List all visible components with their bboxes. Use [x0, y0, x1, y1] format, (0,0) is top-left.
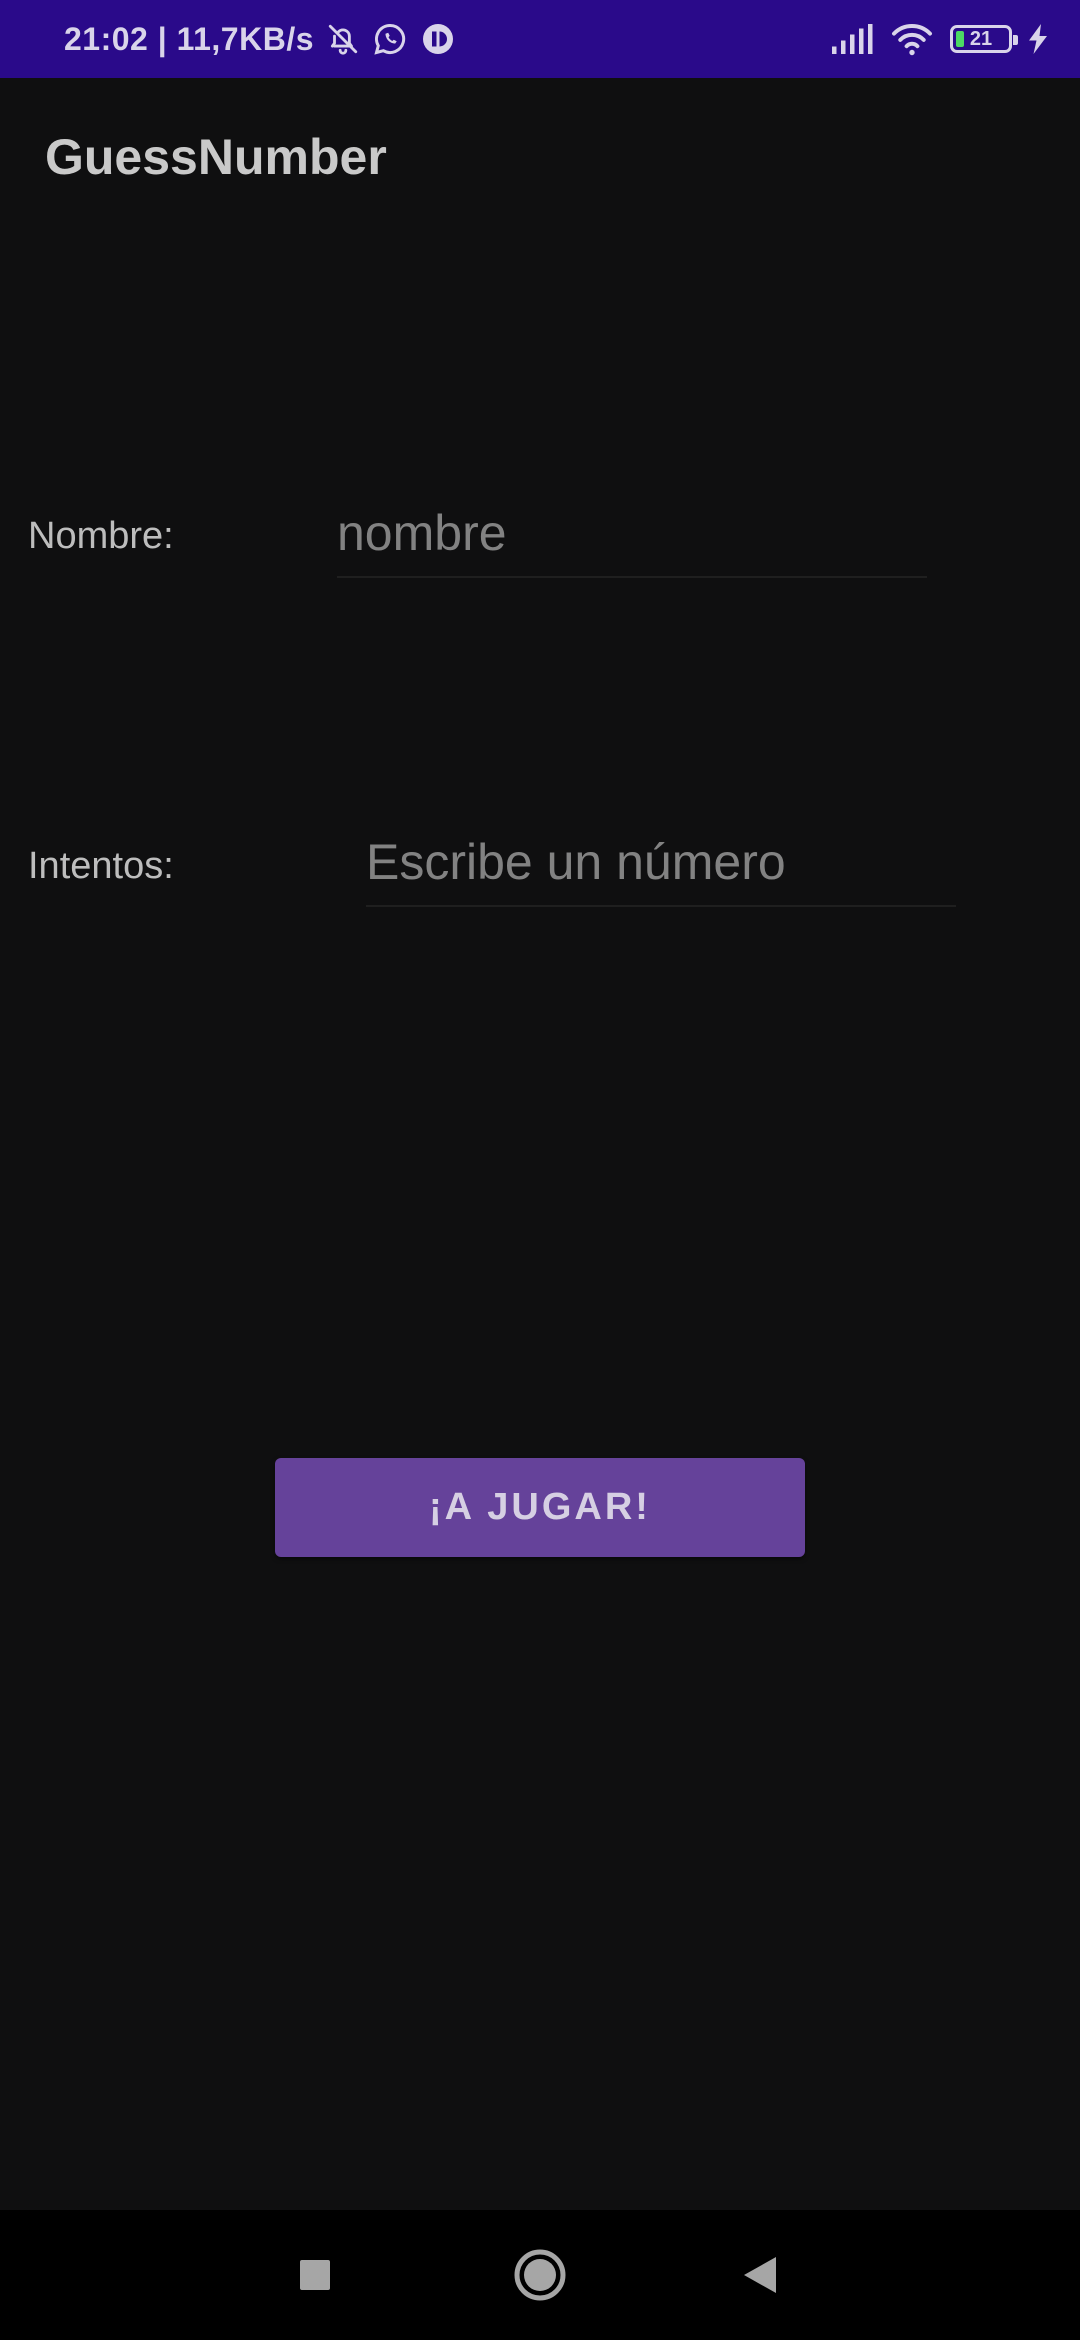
recents-button[interactable]	[270, 2230, 360, 2320]
home-button[interactable]	[495, 2230, 585, 2320]
battery-fill	[956, 31, 964, 47]
status-right: 21	[832, 0, 1048, 78]
home-icon	[514, 2249, 566, 2301]
app-screen: 21:02 | 11,7KB/s 21 GuessNumber Nombre: …	[0, 0, 1080, 2340]
bell-off-icon	[326, 22, 360, 56]
status-left: 21:02 | 11,7KB/s	[64, 0, 456, 78]
name-label: Nombre:	[28, 515, 174, 557]
whatsapp-icon	[372, 21, 408, 57]
navigation-bar	[0, 2210, 1080, 2340]
charging-icon	[1028, 24, 1048, 54]
back-button[interactable]	[715, 2230, 805, 2320]
battery-icon: 21	[950, 25, 1018, 53]
recents-icon	[300, 2260, 330, 2290]
name-input[interactable]	[337, 502, 927, 578]
back-icon	[744, 2257, 776, 2293]
battery-level: 21	[969, 28, 993, 50]
battery-cap	[1013, 35, 1018, 45]
app-title: GuessNumber	[45, 129, 387, 185]
attempts-input[interactable]	[366, 831, 956, 907]
wifi-icon	[890, 21, 934, 57]
play-button[interactable]: ¡A JUGAR!	[275, 1458, 805, 1557]
attempts-label: Intentos:	[28, 845, 174, 887]
signal-icon	[832, 24, 874, 54]
app-notification-icon	[420, 21, 456, 57]
status-bar: 21:02 | 11,7KB/s 21	[0, 0, 1080, 78]
status-time-speed: 21:02 | 11,7KB/s	[64, 20, 314, 57]
